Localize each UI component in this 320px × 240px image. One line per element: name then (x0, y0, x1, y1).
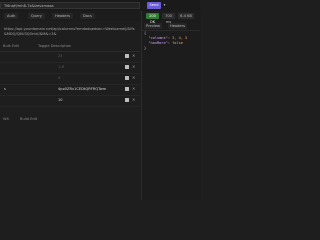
json-value: 3, 4, 5 (172, 36, 188, 40)
delete-icon[interactable]: ✕ (132, 75, 135, 80)
tab-auth[interactable]: Auth (4, 13, 19, 19)
status-badge: 200 OK (146, 13, 159, 24)
json-key: "columns" (148, 36, 168, 40)
json-brace-close: } (144, 46, 147, 50)
json-brace-open: { (144, 31, 147, 35)
param-enabled-checkbox[interactable] (125, 76, 129, 80)
param-value[interactable]: 10 (58, 98, 63, 102)
params-footer: WX Build Edit (0, 115, 140, 123)
response-tabs: Preview Headers (141, 21, 200, 31)
param-enabled-checkbox[interactable] (125, 65, 129, 69)
delete-icon[interactable]: ✕ (132, 97, 135, 102)
param-enabled-checkbox[interactable] (125, 87, 129, 91)
param-value[interactable]: 5 (58, 76, 60, 80)
param-value[interactable]: 1-8 (58, 65, 64, 69)
delete-icon[interactable]: ✕ (132, 53, 135, 58)
url-preview-area: https://api.yourdomain.net/api/columns?e… (0, 21, 140, 43)
url-input-box[interactable]: Ti6nqH/mh8-7z&lzevxmaoa (0, 2, 140, 9)
send-options-chevron-icon[interactable]: ▾ (162, 2, 167, 9)
delete-icon[interactable]: ✕ (132, 86, 135, 91)
tab-headers[interactable]: Headers (52, 13, 73, 19)
response-time-badge: 700 ms (162, 13, 175, 24)
send-button[interactable]: Send (147, 2, 161, 9)
delete-icon[interactable]: ✕ (132, 64, 135, 69)
full-url-text: https://api.yourdomain.net/api/columns?e… (4, 27, 135, 36)
bulk-edit-button[interactable]: Bulk Edit (3, 44, 19, 48)
tab-query[interactable]: Query (28, 13, 45, 19)
toggle-description-button[interactable]: Toggle Description (38, 44, 71, 48)
param-enabled-checkbox[interactable] (125, 54, 129, 58)
param-enabled-checkbox[interactable] (125, 98, 129, 102)
json-viewer: { "columns": 3, 4, 5 "hasMore": false } (144, 31, 188, 50)
tab-preview[interactable]: Preview (144, 23, 162, 29)
json-value: false (172, 41, 183, 45)
param-value[interactable]: 25 (58, 54, 63, 58)
response-size-badge: 6.4 KB (178, 13, 194, 19)
json-key: "hasMore" (148, 41, 168, 45)
url-input[interactable]: Ti6nqH/mh8-7z&lzevxmaoa (4, 4, 54, 8)
tab-response-headers[interactable]: Headers (168, 23, 187, 29)
param-row: 10 ✕ (0, 95, 140, 107)
param-name[interactable]: s (4, 87, 6, 91)
param-value[interactable]: 4po5ZRv1CEDtQRFRQTwm (58, 87, 106, 91)
footer-right-label[interactable]: Build Edit (20, 117, 37, 121)
footer-left-label[interactable]: WX (3, 117, 9, 121)
tab-docs[interactable]: Docs (80, 13, 95, 19)
